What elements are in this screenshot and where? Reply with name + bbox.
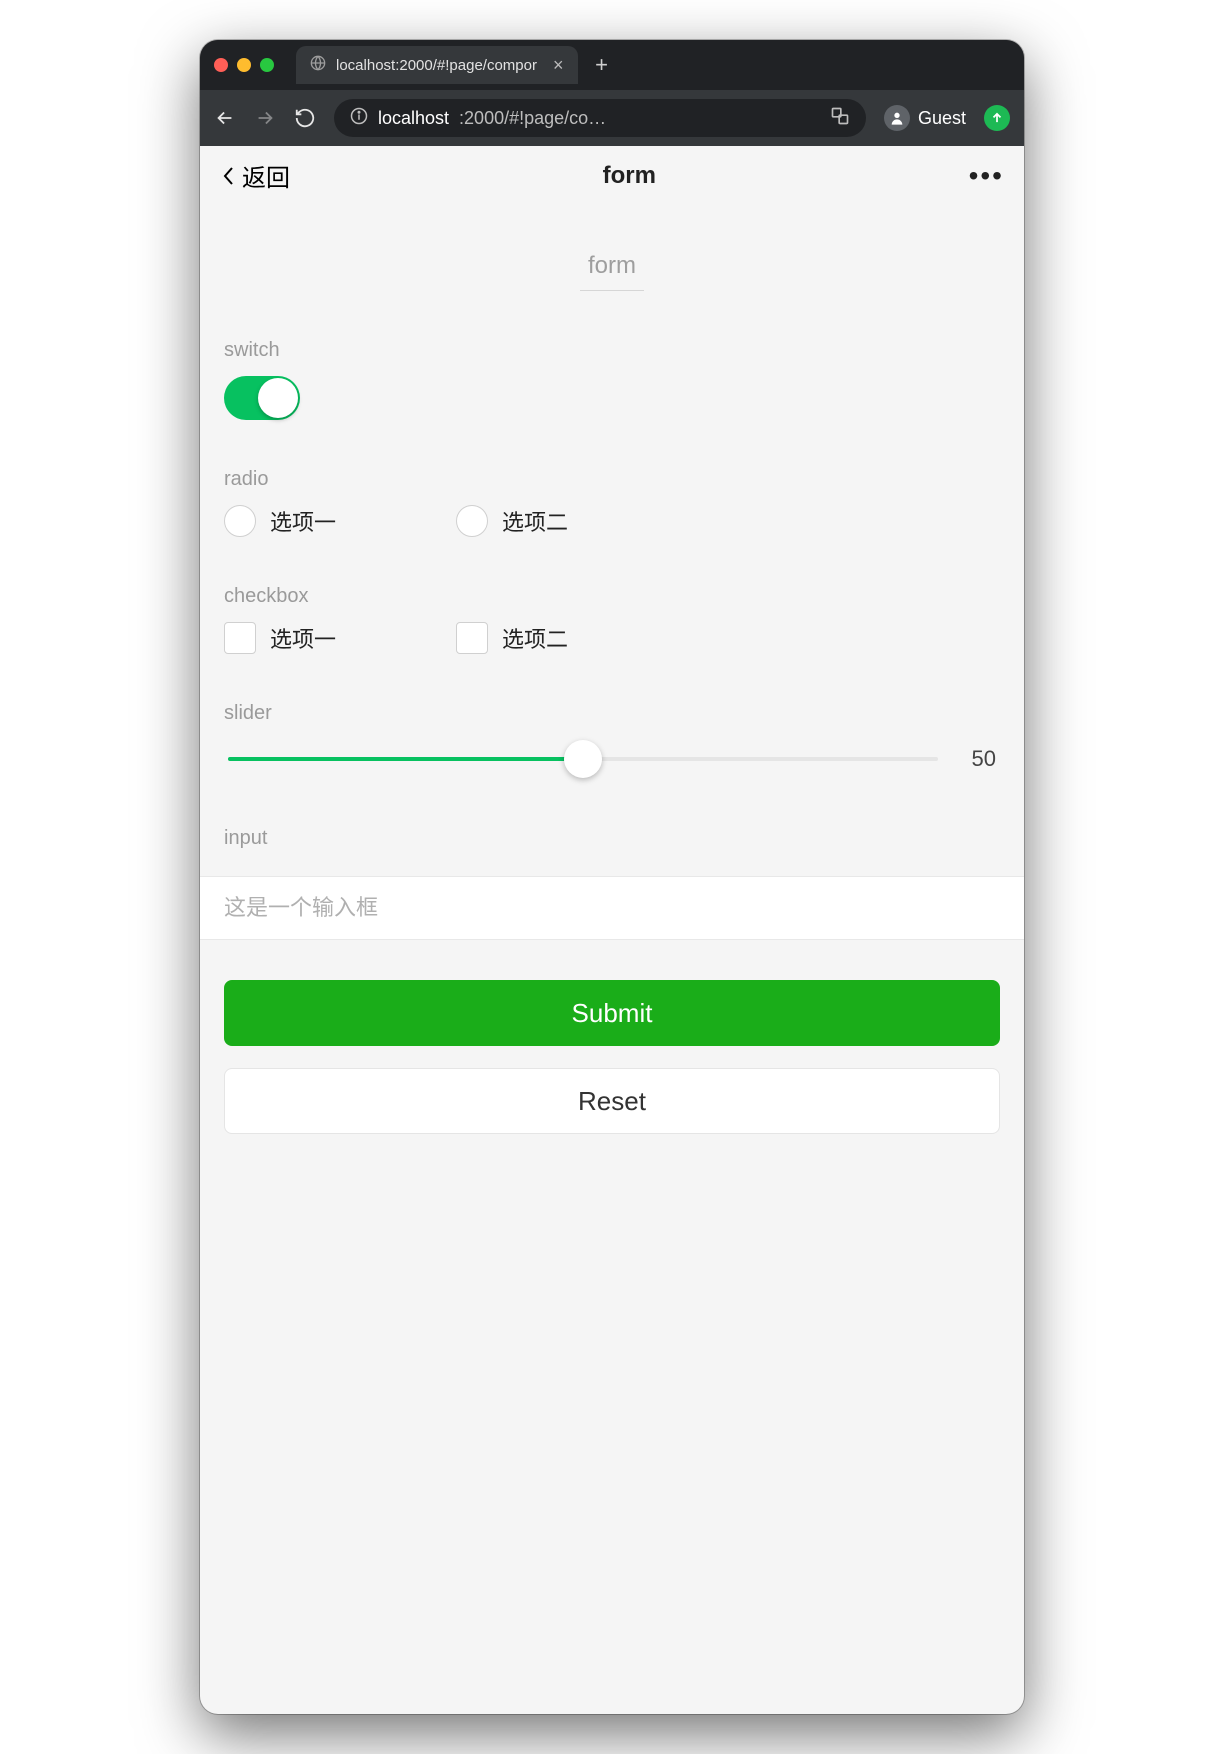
radio-icon xyxy=(456,505,488,537)
input-label: input xyxy=(224,827,1000,850)
window-controls xyxy=(214,58,274,72)
switch-knob xyxy=(258,378,298,418)
checkbox-label: checkbox xyxy=(224,585,1000,608)
slider-control[interactable] xyxy=(228,739,938,779)
page-subtitle-block: form xyxy=(224,246,1000,291)
button-row: Submit Reset xyxy=(224,980,1000,1134)
switch-toggle[interactable] xyxy=(224,376,300,420)
browser-tabbar: localhost:2000/#!page/compor × + xyxy=(200,40,1024,90)
checkbox-option-1-label: 选项一 xyxy=(270,622,336,654)
submit-button[interactable]: Submit xyxy=(224,980,1000,1046)
nav-reload-button[interactable] xyxy=(294,107,316,129)
window-close-button[interactable] xyxy=(214,58,228,72)
switch-label: switch xyxy=(224,339,1000,362)
radio-group: 选项一 选项二 xyxy=(224,505,1000,537)
window-maximize-button[interactable] xyxy=(260,58,274,72)
slider-section: slider 50 xyxy=(224,702,1000,779)
checkbox-option-2[interactable]: 选项二 xyxy=(456,622,568,654)
address-bar[interactable]: localhost :2000/#!page/co… xyxy=(334,99,866,137)
user-icon xyxy=(884,105,910,131)
profile-label: Guest xyxy=(918,108,966,129)
reset-button[interactable]: Reset xyxy=(224,1068,1000,1134)
tab-close-button[interactable]: × xyxy=(553,55,564,76)
app-header: 返回 form ••• xyxy=(200,146,1024,206)
app-viewport: 返回 form ••• form switch radio 选项一 xyxy=(200,146,1024,1158)
page-body: form switch radio 选项一 选项二 xyxy=(200,246,1024,1158)
browser-toolbar: localhost :2000/#!page/co… Guest xyxy=(200,90,1024,146)
text-input[interactable] xyxy=(200,876,1024,940)
checkbox-icon xyxy=(456,622,488,654)
browser-window: localhost:2000/#!page/compor × + localho… xyxy=(200,40,1024,1714)
checkbox-group: 选项一 选项二 xyxy=(224,622,1000,654)
app-back-button[interactable]: 返回 xyxy=(220,158,290,193)
radio-icon xyxy=(224,505,256,537)
nav-back-button[interactable] xyxy=(214,107,236,129)
page-title: form xyxy=(290,162,969,190)
radio-option-2-label: 选项二 xyxy=(502,505,568,537)
checkbox-option-2-label: 选项二 xyxy=(502,622,568,654)
slider-value: 50 xyxy=(956,746,996,772)
radio-option-2[interactable]: 选项二 xyxy=(456,505,568,537)
radio-section: radio 选项一 选项二 xyxy=(224,468,1000,537)
translate-icon[interactable] xyxy=(830,106,850,131)
input-section: input xyxy=(224,827,1000,940)
slider-fill xyxy=(228,757,583,761)
radio-option-1[interactable]: 选项一 xyxy=(224,505,336,537)
page-subtitle: form xyxy=(580,246,644,291)
url-path: :2000/#!page/co… xyxy=(459,108,606,129)
radio-label: radio xyxy=(224,468,1000,491)
checkbox-option-1[interactable]: 选项一 xyxy=(224,622,336,654)
slider-handle[interactable] xyxy=(564,740,602,778)
checkbox-section: checkbox 选项一 选项二 xyxy=(224,585,1000,654)
browser-tab[interactable]: localhost:2000/#!page/compor × xyxy=(296,46,578,84)
globe-icon xyxy=(310,55,326,75)
checkbox-icon xyxy=(224,622,256,654)
app-menu-button[interactable]: ••• xyxy=(969,160,1004,192)
back-label: 返回 xyxy=(242,158,290,193)
switch-section: switch xyxy=(224,339,1000,420)
chevron-left-icon xyxy=(220,164,236,188)
update-indicator[interactable] xyxy=(984,105,1010,131)
url-host: localhost xyxy=(378,108,449,129)
tab-title: localhost:2000/#!page/compor xyxy=(336,57,537,74)
slider-label: slider xyxy=(224,702,1000,725)
profile-button[interactable]: Guest xyxy=(884,105,966,131)
radio-option-1-label: 选项一 xyxy=(270,505,336,537)
site-info-icon[interactable] xyxy=(350,107,368,130)
nav-forward-button[interactable] xyxy=(254,107,276,129)
window-minimize-button[interactable] xyxy=(237,58,251,72)
new-tab-button[interactable]: + xyxy=(592,55,612,75)
slider-row: 50 xyxy=(224,739,1000,779)
browser-chrome: localhost:2000/#!page/compor × + localho… xyxy=(200,40,1024,146)
